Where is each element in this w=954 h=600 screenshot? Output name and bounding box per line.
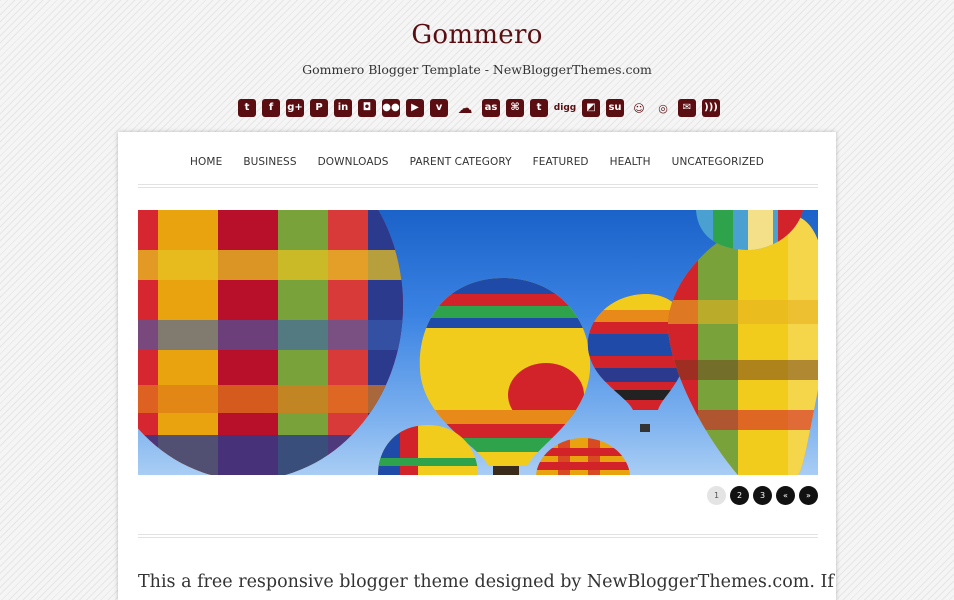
main-content-panel: HOME BUSINESS DOWNLOADS PARENT CATEGORY … — [118, 132, 836, 600]
stumbleupon-icon[interactable]: su — [606, 99, 624, 117]
nav-item-home[interactable]: HOME — [190, 153, 222, 168]
instagram-icon[interactable]: ◘ — [358, 99, 376, 117]
slider-page-2[interactable]: 2 — [730, 486, 749, 505]
nav-item-parent-category[interactable]: PARENT CATEGORY — [410, 153, 512, 168]
slider-next-button[interactable]: » — [799, 486, 818, 505]
main-navigation: HOME BUSINESS DOWNLOADS PARENT CATEGORY … — [118, 132, 836, 188]
content-divider — [138, 534, 818, 538]
rss-icon[interactable]: ))) — [702, 99, 720, 117]
lastfm-icon[interactable]: as — [482, 99, 500, 117]
google-plus-icon[interactable]: g+ — [286, 99, 304, 117]
hot-air-balloons-image — [138, 210, 818, 475]
nav-item-featured[interactable]: FEATURED — [533, 153, 589, 168]
linkedin-icon[interactable]: in — [334, 99, 352, 117]
tumblr-icon[interactable]: t — [530, 99, 548, 117]
vimeo-icon[interactable]: v — [430, 99, 448, 117]
dribbble-icon[interactable]: ◎ — [654, 99, 672, 117]
slider-pagination: 1 2 3 « » — [707, 486, 818, 505]
delicious-icon[interactable]: ◩ — [582, 99, 600, 117]
site-description: Gommero Blogger Template - NewBloggerThe… — [302, 62, 652, 77]
nav-item-business[interactable]: BUSINESS — [243, 153, 296, 168]
email-icon[interactable]: ✉ — [678, 99, 696, 117]
intro-paragraph: This a free responsive blogger theme des… — [138, 572, 834, 592]
pinterest-icon[interactable]: P — [310, 99, 328, 117]
slider-page-3[interactable]: 3 — [753, 486, 772, 505]
nav-item-uncategorized[interactable]: UNCATEGORIZED — [672, 153, 764, 168]
flickr-icon[interactable]: ●● — [382, 99, 400, 117]
site-header: Gommero Gommero Blogger Template - NewBl… — [0, 0, 954, 132]
slider-page-1[interactable]: 1 — [707, 486, 726, 505]
github-icon[interactable]: ⌘ — [506, 99, 524, 117]
digg-icon[interactable]: digg — [554, 99, 576, 117]
nav-divider — [138, 184, 818, 188]
social-icons-bar: t f g+ Pin ◘ ●● ▶ v ☁ as ⌘ t digg ◩ su ☺ ◎ ✉))) — [238, 98, 720, 118]
facebook-icon[interactable]: f — [262, 99, 280, 117]
featured-slider-image[interactable] — [138, 210, 818, 475]
reddit-icon[interactable]: ☺ — [630, 99, 648, 117]
soundcloud-icon[interactable]: ☁ — [454, 99, 476, 117]
site-title[interactable]: Gommero — [0, 20, 954, 50]
youtube-icon[interactable]: ▶ — [406, 99, 424, 117]
slider-prev-button[interactable]: « — [776, 486, 795, 505]
nav-item-health[interactable]: HEALTH — [610, 153, 651, 168]
twitter-icon[interactable]: t — [238, 99, 256, 117]
nav-item-downloads[interactable]: DOWNLOADS — [318, 153, 389, 168]
